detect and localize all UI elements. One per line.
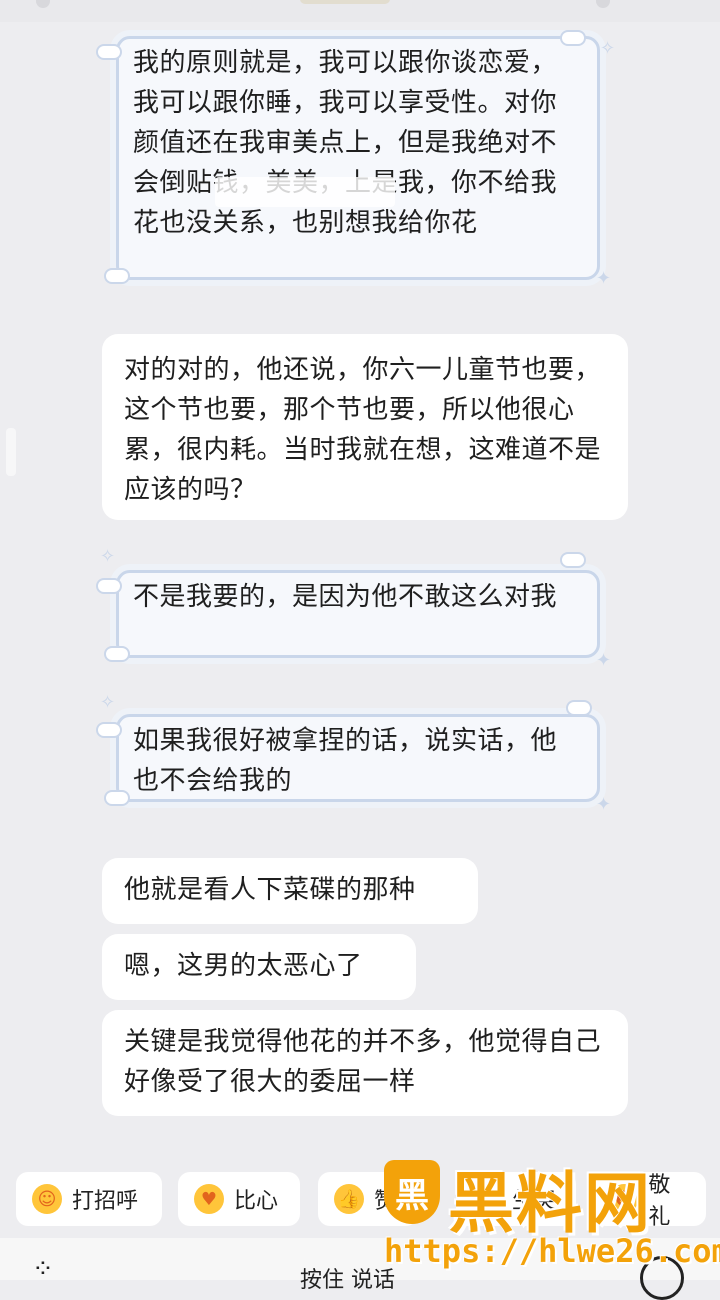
cloud-decoration <box>96 578 122 594</box>
watermark-logo-icon: 黑 <box>384 1160 440 1224</box>
cloud-decoration <box>560 30 586 46</box>
quick-reply-label: 打招呼 <box>72 1189 139 1214</box>
message-text: 对的对的，他还说，你六一儿童节也要，这个节也要，那个节也要，所以他很心累，很内耗… <box>124 355 602 505</box>
status-strip <box>0 0 720 22</box>
left-edge-mark <box>6 428 16 476</box>
message-text: 关键是我觉得他花的并不多，他觉得自己好像受了很大的委屈一样 <box>124 1027 602 1097</box>
cloud-decoration <box>96 44 122 60</box>
watermark-url: https://hlwe26.com <box>384 1232 720 1270</box>
message-text: 如果我很好被拿捏的话，说实话，他也不会给我的 <box>133 726 558 796</box>
cloud-decoration <box>560 552 586 568</box>
heart-hands-emoji-icon: ♥ <box>194 1184 224 1214</box>
cloud-decoration <box>104 790 130 806</box>
cloud-decoration <box>96 722 122 738</box>
message-bubble[interactable]: 关键是我觉得他花的并不多，他觉得自己好像受了很大的委屈一样 <box>102 1010 628 1116</box>
message-bubble-themed[interactable]: 不是我要的，是因为他不敢这么对我 <box>116 570 600 658</box>
message-bubble[interactable]: 他就是看人下菜碟的那种 <box>102 858 478 924</box>
quick-reply-wave[interactable]: ☺ 打招呼 <box>16 1172 162 1226</box>
message-bubble-themed[interactable]: 如果我很好被拿捏的话，说实话，他也不会给我的 <box>116 714 600 802</box>
top-dot <box>596 0 610 8</box>
top-dot <box>36 0 50 8</box>
message-bubble[interactable]: 对的对的，他还说，你六一儿童节也要，这个节也要，那个节也要，所以他很心累，很内耗… <box>102 334 628 520</box>
quick-reply-label: 比心 <box>234 1189 279 1214</box>
cloud-decoration <box>104 268 130 284</box>
star-decoration: ✦ <box>596 650 612 671</box>
message-bubble-themed[interactable]: 我的原则就是，我可以跟你谈恋爱，我可以跟你睡，我可以享受性。对你颜值还在我审美点… <box>116 36 600 280</box>
star-decoration: ✧ <box>100 692 116 713</box>
redaction-mark <box>215 177 395 207</box>
message-text: 我的原则就是，我可以跟你谈恋爱，我可以跟你睡，我可以享受性。对你颜值还在我审美点… <box>133 48 558 238</box>
hold-to-talk-button[interactable]: 按住 说话 <box>300 1262 395 1294</box>
top-title-blur <box>300 0 390 4</box>
message-bubble[interactable]: 嗯，这男的太恶心了 <box>102 934 416 1000</box>
message-text: 嗯，这男的太恶心了 <box>124 951 363 981</box>
star-decoration: ✧ <box>100 546 116 567</box>
message-text: 不是我要的，是因为他不敢这么对我 <box>133 582 558 612</box>
star-decoration: ✦ <box>596 794 612 815</box>
quick-reply-label: 敬礼 <box>648 1173 671 1230</box>
star-decoration: ✦ <box>596 268 612 289</box>
quick-reply-heart[interactable]: ♥ 比心 <box>178 1172 300 1226</box>
star-decoration: ✧ <box>600 38 616 59</box>
cloud-decoration <box>566 700 592 716</box>
wave-emoji-icon: ☺ <box>32 1184 62 1214</box>
message-text: 他就是看人下菜碟的那种 <box>124 875 416 905</box>
cloud-decoration <box>104 646 130 662</box>
watermark-logo-char: 黑 <box>395 1175 429 1216</box>
thumbs-up-icon: 👍 <box>334 1184 364 1214</box>
